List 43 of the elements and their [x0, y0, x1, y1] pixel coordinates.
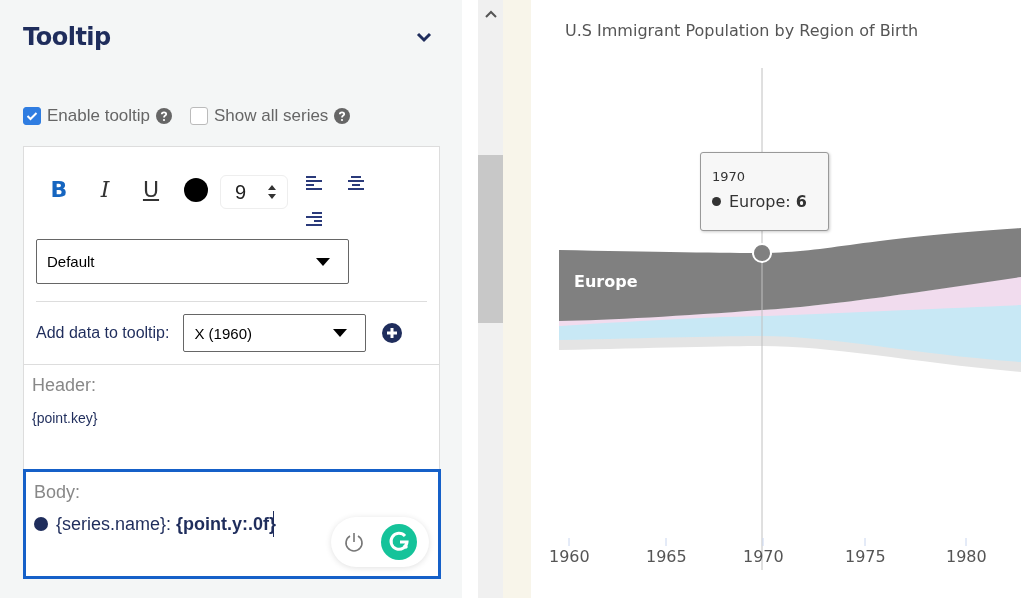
bullet-dot — [34, 517, 48, 531]
chart-title: U.S Immigrant Population by Region of Birth — [565, 21, 919, 40]
point-marker — [752, 243, 772, 263]
scrollbar[interactable] — [478, 0, 503, 598]
axis-label: 1970 — [743, 547, 783, 566]
power-icon[interactable] — [343, 531, 365, 553]
panel-title: Tooltip — [23, 23, 111, 51]
series-label: Europe — [574, 272, 638, 291]
data-select[interactable]: X (1960) — [183, 314, 367, 352]
add-data-label: Add data to tooltip: — [36, 324, 170, 342]
checkbox[interactable] — [190, 107, 209, 125]
tooltip-series: Europe: — [729, 192, 791, 211]
tooltip-header: 1970 — [712, 169, 747, 184]
dropdown-caret-icon — [316, 257, 330, 266]
help-icon[interactable] — [334, 108, 351, 124]
help-icon[interactable] — [156, 108, 173, 124]
add-icon[interactable] — [382, 323, 403, 343]
series-dot — [712, 197, 721, 206]
axis-tick — [762, 537, 764, 547]
checkbox[interactable] — [23, 107, 41, 125]
scroll-up-icon[interactable] — [485, 10, 497, 18]
axis-label: 1975 — [845, 547, 885, 566]
font-size-field[interactable]: 9 — [220, 175, 288, 209]
axis-label: 1980 — [946, 547, 986, 566]
header-label: Header: — [32, 375, 98, 396]
align-center-icon[interactable] — [348, 175, 364, 191]
format-button[interactable]: B — [36, 175, 82, 204]
checkbox-label: Show all series — [214, 106, 329, 126]
font-select[interactable]: Default — [36, 239, 349, 284]
dropdown-caret-icon — [333, 329, 348, 337]
stepper-icon[interactable] — [267, 184, 277, 200]
axis-label: 1965 — [646, 547, 686, 566]
axis-label: 1960 — [549, 547, 589, 566]
chevron-icon[interactable] — [416, 31, 432, 43]
header-template-field[interactable]: {point.key} — [32, 410, 431, 426]
checkmark-icon — [26, 111, 38, 121]
tooltip-value: 6 — [795, 192, 807, 211]
text-color-swatch[interactable] — [184, 178, 208, 202]
align-right-icon[interactable] — [306, 211, 322, 227]
align-left-icon[interactable] — [306, 175, 322, 191]
format-button[interactable]: I — [82, 175, 128, 204]
format-button[interactable]: U — [128, 175, 174, 204]
checkbox-label: Enable tooltip — [47, 106, 151, 126]
